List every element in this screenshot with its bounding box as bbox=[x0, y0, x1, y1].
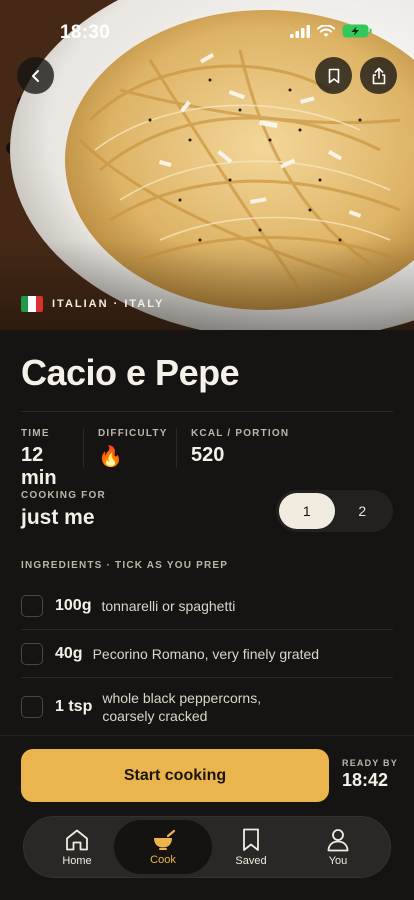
cooking-for: COOKING FOR just me bbox=[21, 490, 106, 530]
status-bar: 18:30 bbox=[0, 0, 414, 60]
recipe-title: Cacio e Pepe bbox=[21, 352, 240, 393]
hero-gradient bbox=[0, 240, 414, 330]
ingredients-header: INGREDIENTS · TICK AS YOU PREP bbox=[21, 560, 229, 571]
pot-icon bbox=[154, 829, 176, 850]
ingredients-list: 100g tonnarelli or spaghetti 40g Pecorin… bbox=[21, 582, 393, 736]
ingredient-checkbox[interactable] bbox=[21, 696, 43, 718]
stat-time: TIME 12 min bbox=[21, 428, 83, 489]
bookmark-button[interactable] bbox=[315, 57, 352, 94]
recipe-stats: TIME 12 min DIFFICULTY 🔥 KCAL / PORTION … bbox=[21, 428, 393, 489]
tab-bar: Home Cook Saved You bbox=[23, 816, 391, 878]
back-button[interactable] bbox=[17, 57, 54, 94]
ingredient-checkbox[interactable] bbox=[21, 594, 43, 617]
tab-cook-label: Cook bbox=[150, 853, 176, 866]
flag-white bbox=[28, 296, 36, 312]
ingredient-row[interactable]: 100g tonnarelli or spaghetti bbox=[21, 582, 393, 630]
recipe-details: Cacio e Pepe TIME 12 min DIFFICULTY 🔥 KC… bbox=[0, 330, 414, 750]
stat-time-value: 12 min bbox=[21, 444, 57, 489]
bottom-bar: Start cooking READY BY 18:42 Home Cook S… bbox=[0, 735, 414, 900]
ingredient-row[interactable]: 40g Pecorino Romano, very finely grated bbox=[21, 630, 393, 678]
divider bbox=[21, 411, 393, 412]
tab-home-label: Home bbox=[62, 854, 92, 867]
ingredient-qty: 100g bbox=[55, 596, 92, 614]
flag-red bbox=[35, 296, 43, 312]
tab-saved-label: Saved bbox=[235, 854, 267, 867]
status-icons bbox=[290, 24, 372, 38]
ingredient-qty: 40g bbox=[55, 644, 83, 662]
share-icon bbox=[372, 67, 385, 84]
origin-label: ITALIAN · ITALY bbox=[52, 298, 165, 310]
servings-option-1[interactable]: 1 bbox=[279, 493, 335, 529]
tab-saved[interactable]: Saved bbox=[202, 820, 300, 874]
tab-cook[interactable]: Cook bbox=[114, 820, 212, 874]
servings-selector: 1 2 bbox=[276, 490, 393, 532]
stat-kcal-label: KCAL / PORTION bbox=[191, 428, 290, 439]
signal-icon bbox=[290, 24, 310, 38]
ready-by-time: 18:42 bbox=[342, 770, 389, 790]
ingredient-checkbox[interactable] bbox=[21, 642, 43, 665]
tab-you[interactable]: You bbox=[289, 820, 387, 874]
stat-divider bbox=[83, 428, 84, 468]
ingredient-qty: 1 tsp bbox=[55, 698, 93, 715]
servings-option-2[interactable]: 2 bbox=[335, 493, 391, 529]
stat-kcal: KCAL / PORTION 520 bbox=[191, 428, 331, 468]
ready-by: READY BY 18:42 bbox=[342, 758, 398, 791]
status-time: 18:30 bbox=[60, 22, 111, 43]
ingredient-name: tonnarelli or spaghetti bbox=[101, 597, 236, 614]
italy-flag-icon bbox=[21, 296, 43, 312]
bookmark-icon bbox=[328, 68, 339, 83]
hero-image: 18:30 ITALIAN · ITALY bbox=[0, 0, 414, 330]
ingredient-row[interactable]: 1 tsp whole black peppercorns, coarsely … bbox=[21, 678, 393, 736]
stat-divider bbox=[176, 428, 177, 468]
tab-home[interactable]: Home bbox=[28, 820, 126, 874]
ingredient-name: whole black peppercorns, coarsely cracke… bbox=[102, 690, 262, 724]
ready-by-label: READY BY bbox=[342, 758, 398, 768]
cooking-for-value: just me bbox=[21, 506, 95, 529]
stat-time-label: TIME bbox=[21, 428, 50, 439]
battery-icon bbox=[342, 24, 372, 38]
start-cooking-button[interactable]: Start cooking bbox=[21, 749, 329, 802]
wifi-icon bbox=[317, 24, 335, 37]
flame-icon: 🔥 bbox=[98, 446, 123, 468]
cooking-for-label: COOKING FOR bbox=[21, 490, 106, 501]
stat-difficulty-label: DIFFICULTY bbox=[98, 428, 168, 439]
bookmark-icon bbox=[243, 828, 259, 851]
share-button[interactable] bbox=[360, 57, 397, 94]
person-icon bbox=[327, 828, 349, 851]
cuisine-origin: ITALIAN · ITALY bbox=[21, 296, 164, 312]
flag-green bbox=[21, 296, 29, 312]
ingredient-name: Pecorino Romano, very finely grated bbox=[92, 645, 320, 662]
stat-kcal-value: 520 bbox=[191, 444, 225, 466]
home-icon bbox=[66, 829, 88, 850]
stat-difficulty: DIFFICULTY 🔥 bbox=[98, 428, 176, 468]
tab-you-label: You bbox=[328, 854, 348, 867]
chevron-left-icon bbox=[31, 69, 39, 82]
